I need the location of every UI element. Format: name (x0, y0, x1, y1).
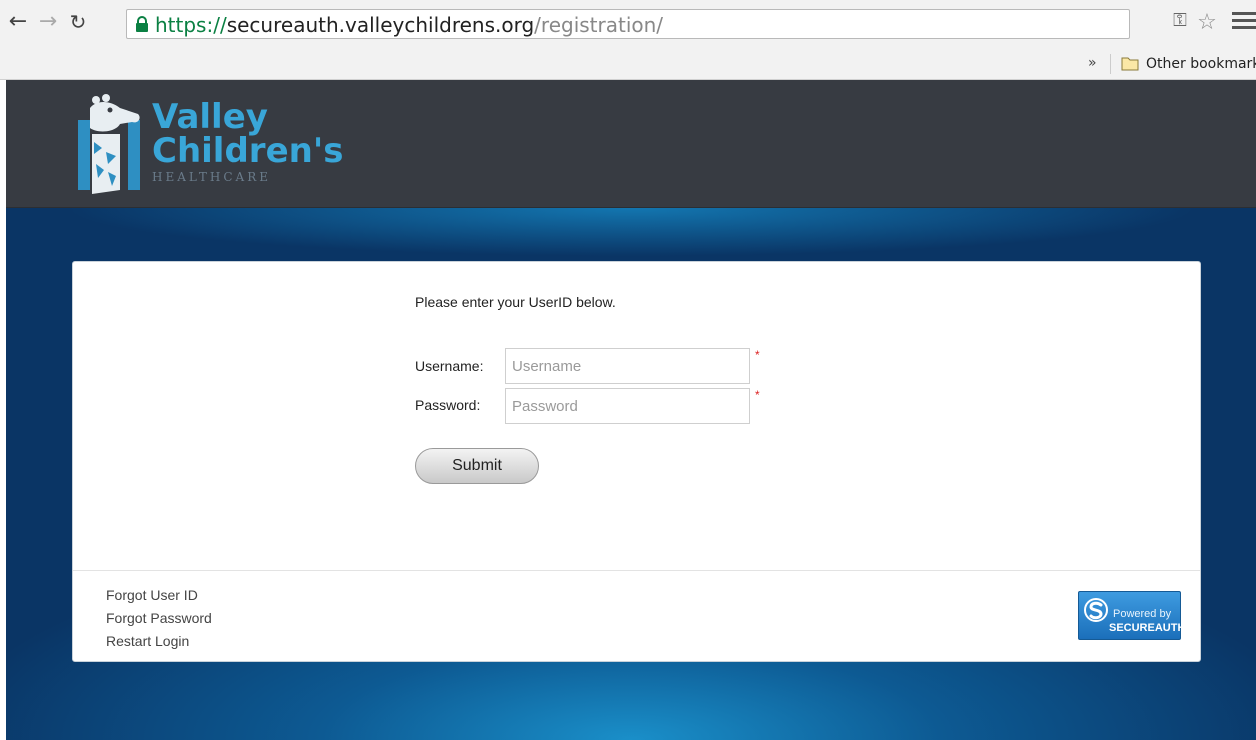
logo-text-healthcare: HEALTHCARE (152, 170, 271, 184)
username-input[interactable] (505, 348, 750, 384)
url-path: /registration/ (534, 13, 664, 37)
folder-icon[interactable] (1121, 55, 1139, 71)
badge-powered-by-text: Powered by (1113, 608, 1172, 620)
bookmarks-bar: » Other bookmarks (0, 48, 1256, 80)
username-label: Username: (415, 358, 484, 374)
url-scheme: https:// (155, 13, 227, 37)
reload-icon[interactable]: ↻ (66, 9, 90, 35)
web-page: Valley Children's HEALTHCARE Please ente… (6, 80, 1256, 740)
username-required-marker: * (755, 348, 760, 362)
site-header: Valley Children's HEALTHCARE (6, 80, 1256, 208)
back-arrow-icon[interactable]: ← (6, 9, 30, 35)
key-icon[interactable]: ⚿ (1172, 10, 1188, 36)
logo-text-childrens: Children's (152, 131, 344, 171)
card-footer: Forgot User ID Forgot Password Restart L… (73, 570, 1200, 661)
login-card: Please enter your UserID below. Username… (72, 261, 1201, 662)
browser-menu-icon[interactable] (1232, 12, 1256, 34)
address-bar[interactable]: https://secureauth.valleychildrens.org/r… (126, 9, 1130, 39)
forgot-password-link[interactable]: Forgot Password (106, 610, 212, 626)
restart-login-link[interactable]: Restart Login (106, 633, 189, 649)
other-bookmarks-label[interactable]: Other bookmarks (1146, 56, 1256, 72)
url-host: secureauth.valleychildrens.org (226, 13, 535, 37)
badge-secureauth-text: SECUREAUTH (1109, 622, 1186, 634)
submit-button[interactable]: Submit (415, 448, 539, 484)
forward-arrow-icon[interactable]: → (36, 9, 60, 35)
lock-icon (136, 16, 148, 32)
bookmarks-divider (1110, 54, 1111, 74)
url-text: https://secureauth.valleychildrens.org/r… (155, 13, 663, 37)
password-label: Password: (415, 397, 481, 413)
secureauth-logo-icon (1084, 598, 1108, 622)
instruction-text: Please enter your UserID below. (415, 294, 616, 310)
forgot-user-id-link[interactable]: Forgot User ID (106, 587, 198, 603)
bookmark-star-icon[interactable]: ☆ (1196, 10, 1218, 36)
password-required-marker: * (755, 388, 760, 402)
bookmarks-overflow-chevron[interactable]: » (1088, 55, 1097, 71)
valley-childrens-logo[interactable]: Valley Children's HEALTHCARE (76, 94, 343, 198)
browser-toolbar: ← → ↻ https://secureauth.valleychildrens… (0, 0, 1256, 48)
giraffe-icon (78, 94, 140, 194)
password-input[interactable] (505, 388, 750, 424)
powered-by-secureauth-badge[interactable]: Powered by SECUREAUTH (1078, 591, 1185, 640)
